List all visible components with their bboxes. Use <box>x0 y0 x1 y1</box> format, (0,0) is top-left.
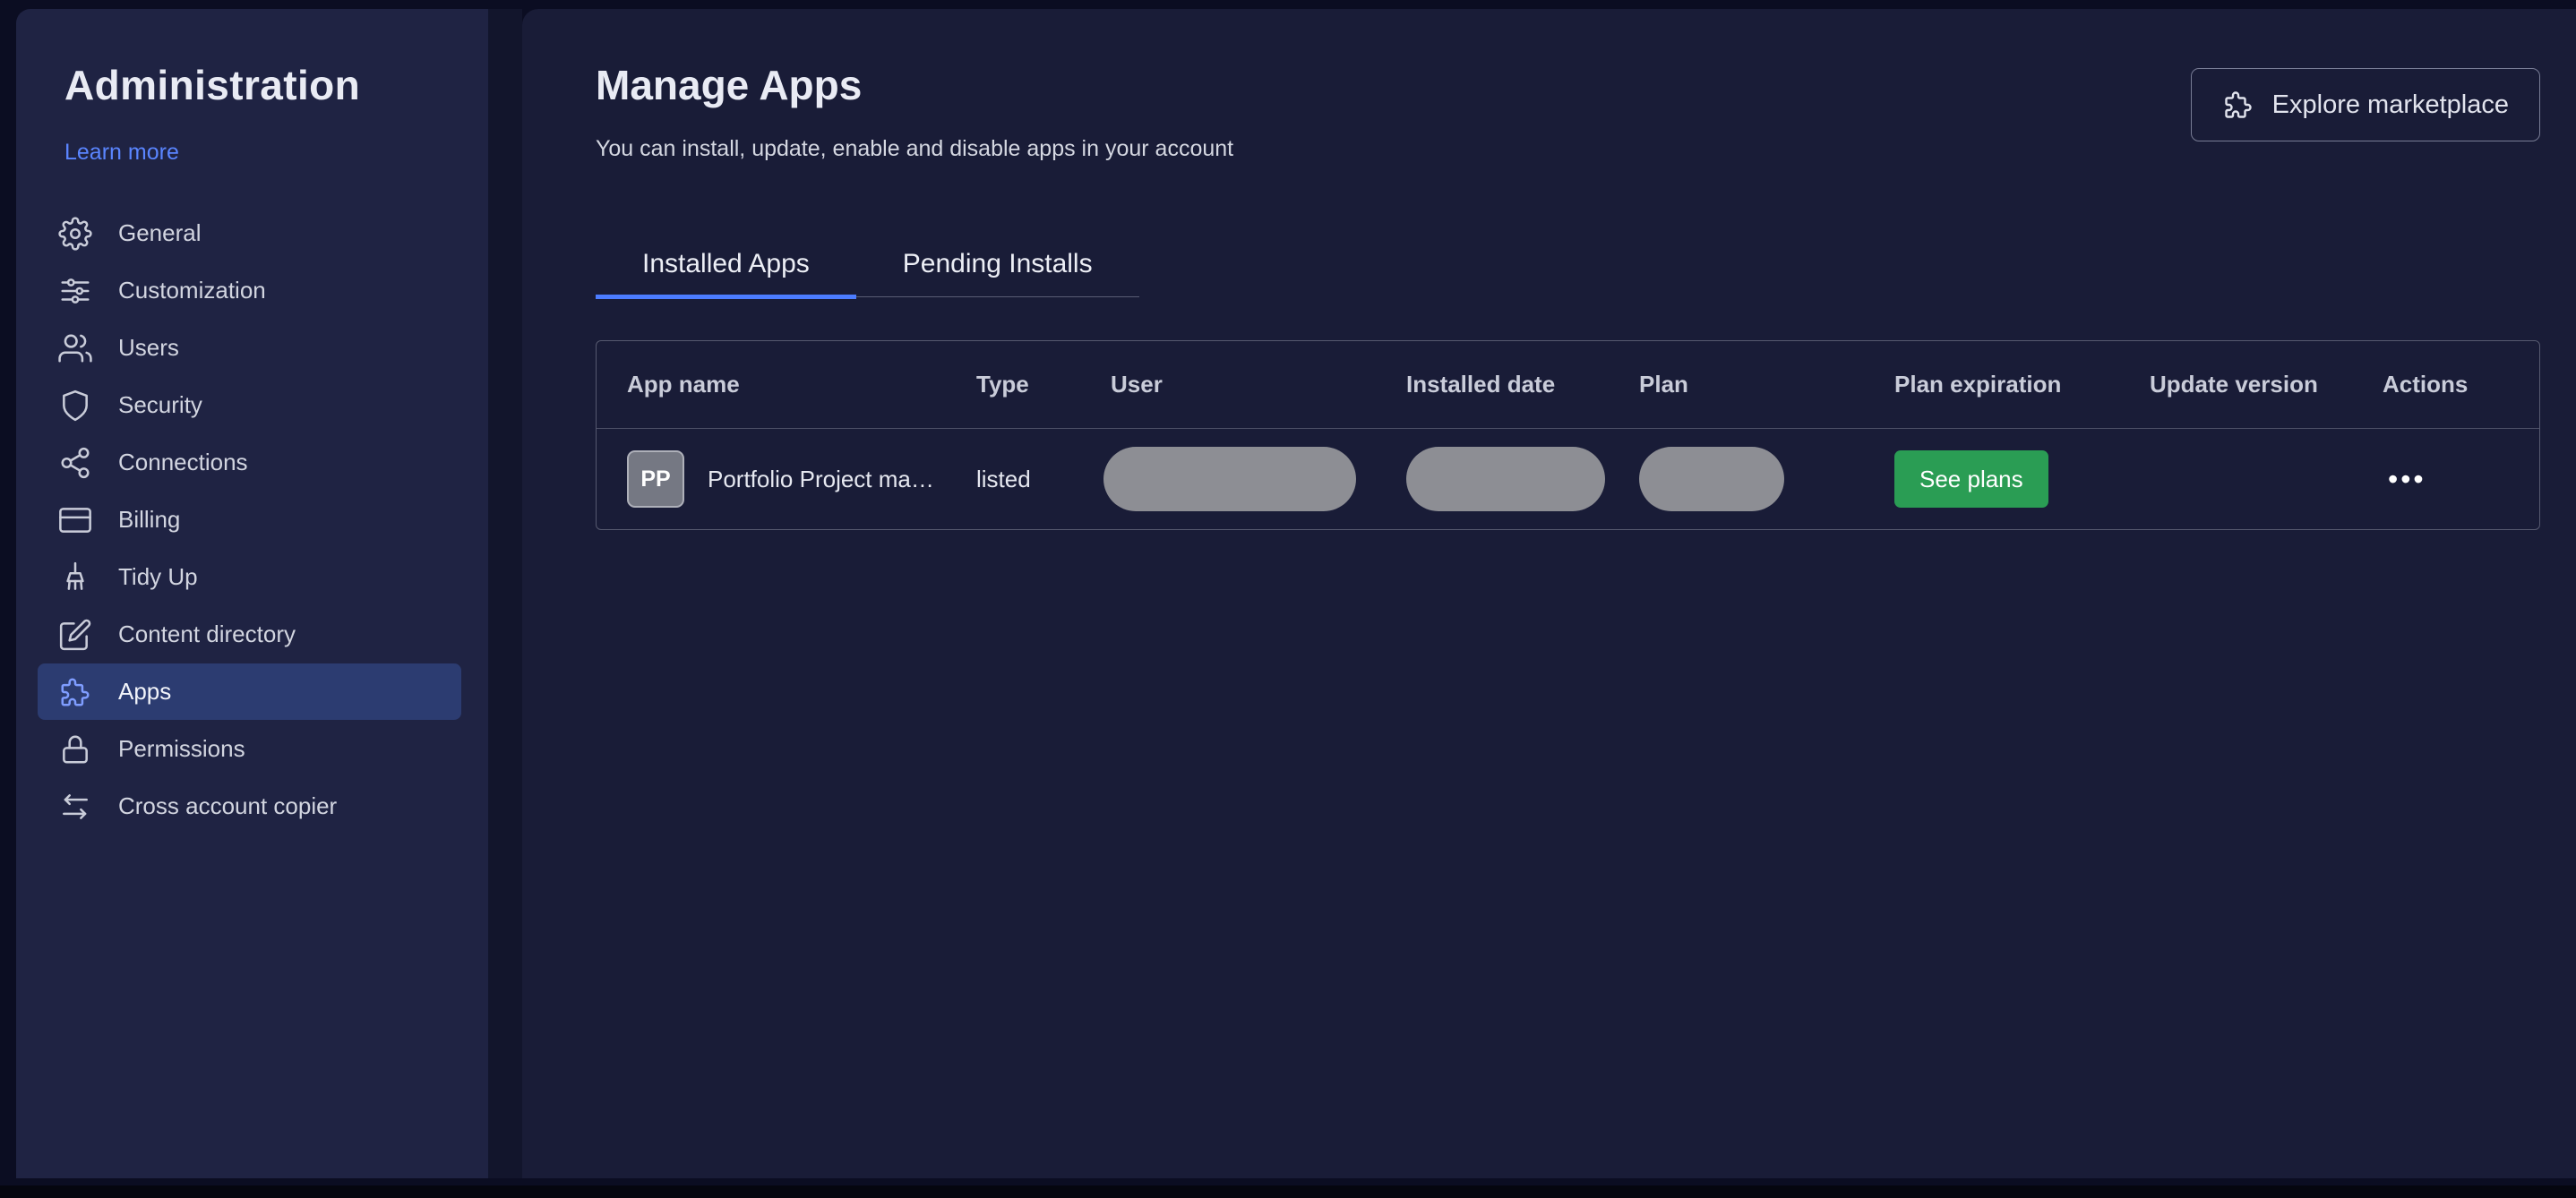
sidebar-item-label: Content directory <box>118 620 296 647</box>
app-name-text: Portfolio Project ma… <box>708 465 934 492</box>
column-header-plan-expiration: Plan expiration <box>1894 371 2062 398</box>
sidebar-item-label: Customization <box>118 277 266 304</box>
sidebar-item-label: Security <box>118 391 202 418</box>
sidebar-item-label: Tidy Up <box>118 563 198 590</box>
tab-installed-apps[interactable]: Installed Apps <box>596 232 856 299</box>
sidebar-item-content-directory[interactable]: Content directory <box>38 606 461 663</box>
sidebar-item-security[interactable]: Security <box>38 377 461 433</box>
column-header-app-name: App name <box>627 371 740 398</box>
sidebar-item-general[interactable]: General <box>38 205 461 261</box>
redacted-date-pill <box>1406 447 1605 511</box>
redacted-user-pill <box>1103 447 1356 511</box>
learn-more-link[interactable]: Learn more <box>64 140 179 166</box>
sidebar-item-billing[interactable]: Billing <box>38 492 461 548</box>
column-header-plan: Plan <box>1639 371 1688 398</box>
column-header-update-version: Update version <box>2150 371 2318 398</box>
manage-apps-panel: Manage Apps You can install, update, ena… <box>522 9 2576 1178</box>
user-cell <box>1103 447 1406 511</box>
installed-apps-table: App name Type User Installed date Plan P… <box>596 340 2540 530</box>
bottom-screen-edge <box>0 1185 2576 1198</box>
sidebar-item-connections[interactable]: Connections <box>38 434 461 491</box>
sidebar-item-permissions[interactable]: Permissions <box>38 721 461 777</box>
more-actions-button[interactable]: ••• <box>2383 458 2432 501</box>
nodes-icon <box>57 445 93 481</box>
puzzle-icon <box>57 674 93 710</box>
document-edit-icon <box>57 617 93 653</box>
sidebar-item-customization[interactable]: Customization <box>38 262 461 319</box>
sidebar-title: Administration <box>64 62 361 108</box>
credit-card-icon <box>57 502 93 538</box>
lock-icon <box>57 732 93 767</box>
table-row: PP Portfolio Project ma… listed See plan… <box>597 429 2539 529</box>
ellipsis-icon: ••• <box>2388 463 2426 495</box>
sidebar-item-apps[interactable]: Apps <box>38 663 461 720</box>
tab-label: Installed Apps <box>642 249 810 278</box>
sidebar-item-label: Billing <box>118 506 181 533</box>
installed-date-cell <box>1406 447 1639 511</box>
panel-divider <box>488 9 522 1178</box>
sidebar-item-label: Cross account copier <box>118 792 338 819</box>
sidebar-item-cross-account-copier[interactable]: Cross account copier <box>38 778 461 834</box>
sidebar-item-label: Connections <box>118 449 248 475</box>
admin-sidebar: Administration Learn more General Custom… <box>16 9 488 1178</box>
redacted-plan-pill <box>1639 447 1784 511</box>
explore-marketplace-label: Explore marketplace <box>2271 90 2509 119</box>
sidebar-item-label: General <box>118 219 202 246</box>
sliders-icon <box>57 273 93 309</box>
app-type-cell: listed <box>976 465 1031 492</box>
apps-tabs: Installed Apps Pending Installs <box>596 232 1139 299</box>
puzzle-icon <box>2222 89 2254 121</box>
sidebar-item-label: Permissions <box>118 735 245 762</box>
explore-marketplace-button[interactable]: Explore marketplace <box>2190 68 2540 141</box>
column-header-type: Type <box>976 371 1029 398</box>
sidebar-menu: General Customization Users Security Con… <box>38 205 461 834</box>
plan-cell <box>1639 447 1894 511</box>
admin-window: Administration Learn more General Custom… <box>16 9 2576 1178</box>
sidebar-item-label: Apps <box>118 678 172 705</box>
sidebar-item-users[interactable]: Users <box>38 320 461 376</box>
sidebar-item-tidy-up[interactable]: Tidy Up <box>38 549 461 605</box>
transfer-arrows-icon <box>57 789 93 825</box>
broom-icon <box>57 560 93 595</box>
users-icon <box>57 330 93 366</box>
column-header-actions: Actions <box>2383 371 2469 398</box>
table-header-row: App name Type User Installed date Plan P… <box>597 341 2539 429</box>
gear-icon <box>57 216 93 252</box>
column-header-user: User <box>1111 371 1163 398</box>
shield-icon <box>57 388 93 424</box>
tab-label: Pending Installs <box>902 249 1093 278</box>
sidebar-item-label: Users <box>118 334 179 361</box>
see-plans-button[interactable]: See plans <box>1894 450 2048 508</box>
tab-pending-installs[interactable]: Pending Installs <box>856 232 1139 296</box>
plan-expiration-cell: See plans <box>1894 450 2150 508</box>
app-avatar: PP <box>627 450 684 508</box>
app-name-cell: PP Portfolio Project ma… <box>627 450 976 508</box>
actions-cell: ••• <box>2383 458 2539 501</box>
column-header-installed-date: Installed date <box>1406 371 1556 398</box>
